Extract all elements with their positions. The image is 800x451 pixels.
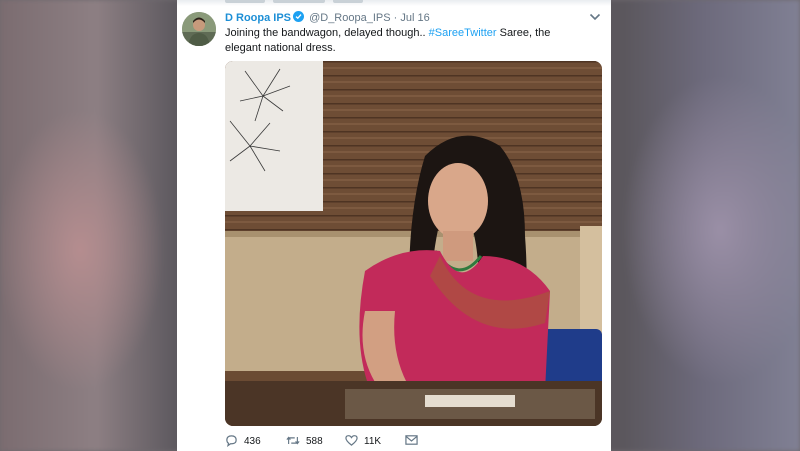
previous-tweet-edge bbox=[177, 0, 611, 6]
tweet-header: D Roopa IPS @D_Roopa_IPS · Jul 16 bbox=[225, 11, 430, 24]
reply-count: 436 bbox=[244, 436, 261, 447]
retweet-count: 588 bbox=[306, 436, 323, 447]
tweet-text-before: Joining the bandwagon, delayed though.. bbox=[225, 27, 429, 39]
heart-icon bbox=[345, 435, 358, 446]
retweet-button[interactable]: 588 bbox=[286, 434, 323, 448]
avatar[interactable] bbox=[182, 12, 216, 46]
chevron-down-icon[interactable] bbox=[589, 12, 601, 22]
like-count: 11K bbox=[364, 436, 382, 447]
photo-illustration bbox=[225, 61, 602, 426]
tweet-photo[interactable] bbox=[225, 61, 602, 426]
verified-badge-icon bbox=[293, 11, 305, 22]
direct-message-button[interactable] bbox=[405, 434, 424, 448]
envelope-icon bbox=[405, 435, 418, 445]
tweet-text: Joining the bandwagon, delayed though.. … bbox=[225, 26, 585, 56]
like-button[interactable]: 11K bbox=[345, 434, 381, 448]
reply-icon bbox=[226, 435, 237, 448]
author-handle[interactable]: @D_Roopa_IPS bbox=[309, 12, 391, 24]
reply-button[interactable]: 436 bbox=[225, 434, 261, 448]
author-name[interactable]: D Roopa IPS bbox=[225, 12, 291, 24]
retweet-icon bbox=[286, 436, 300, 445]
tweet-card[interactable]: D Roopa IPS @D_Roopa_IPS · Jul 16 Joinin… bbox=[177, 0, 611, 451]
tweet-date[interactable]: Jul 16 bbox=[400, 12, 429, 24]
hashtag-link[interactable]: #SareeTwitter bbox=[429, 27, 497, 39]
dot-separator: · bbox=[393, 12, 398, 24]
